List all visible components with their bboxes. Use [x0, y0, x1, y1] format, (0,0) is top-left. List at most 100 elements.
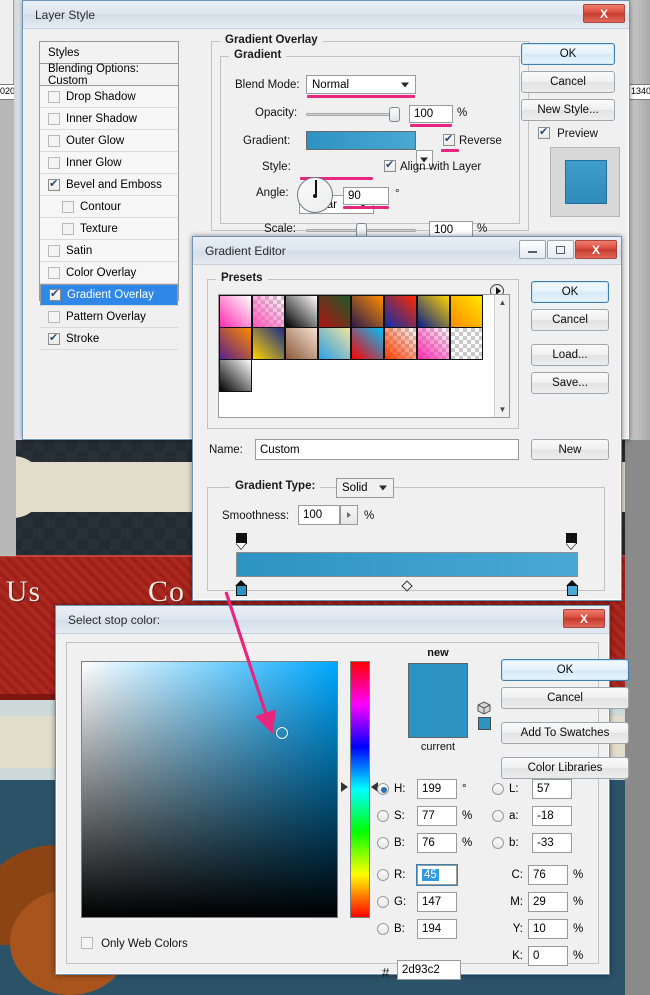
- effect-row-bevel-and-emboss[interactable]: Bevel and Emboss: [40, 174, 178, 196]
- gradient-preset-swatch[interactable]: [252, 295, 285, 328]
- color-mode-radio[interactable]: [377, 810, 389, 822]
- maximize-icon[interactable]: [547, 240, 574, 259]
- stop-color-ok-button[interactable]: OK: [501, 659, 629, 681]
- color-field-input[interactable]: 29: [528, 892, 568, 912]
- opacity-slider-track[interactable]: [306, 113, 396, 116]
- styles-list-header[interactable]: Styles: [40, 42, 178, 64]
- effect-checkbox[interactable]: [49, 289, 61, 301]
- close-icon[interactable]: X: [583, 4, 625, 23]
- ok-button[interactable]: OK: [521, 43, 615, 65]
- preview-checkbox[interactable]: [538, 127, 550, 139]
- only-web-colors-row[interactable]: Only Web Colors: [81, 937, 183, 950]
- color-stop-right[interactable]: [566, 580, 578, 597]
- stop-color-cancel-button[interactable]: Cancel: [501, 687, 629, 709]
- new-style-button[interactable]: New Style...: [521, 99, 615, 121]
- color-selector-ring[interactable]: [276, 727, 288, 739]
- effect-checkbox[interactable]: [62, 223, 74, 235]
- load-button[interactable]: Load...: [531, 344, 609, 366]
- only-web-colors-checkbox[interactable]: [81, 937, 93, 949]
- color-field-input[interactable]: 57: [532, 779, 572, 799]
- effect-checkbox[interactable]: [48, 135, 60, 147]
- color-mode-radio[interactable]: [377, 896, 389, 908]
- color-mode-radio[interactable]: [377, 923, 389, 935]
- preview-checkbox-row[interactable]: Preview: [538, 127, 594, 140]
- color-mode-radio[interactable]: [492, 837, 504, 849]
- gradient-preset-swatch[interactable]: [417, 327, 450, 360]
- effect-checkbox[interactable]: [48, 333, 60, 345]
- gradient-preset-swatch[interactable]: [417, 295, 450, 328]
- hue-pointer-left-icon[interactable]: [341, 782, 348, 792]
- presets-grid[interactable]: [219, 295, 483, 391]
- color-field-input[interactable]: 194: [417, 919, 457, 939]
- gradient-midpoint-marker[interactable]: [401, 580, 412, 591]
- color-field-input[interactable]: 147: [417, 892, 457, 912]
- smoothness-stepper-button[interactable]: [340, 505, 358, 525]
- hex-input[interactable]: 2d93c2: [397, 960, 461, 980]
- effect-checkbox[interactable]: [62, 201, 74, 213]
- gradient-preset-swatch[interactable]: [219, 295, 252, 328]
- gradient-preset-swatch[interactable]: [252, 327, 285, 360]
- gradient-preset-swatch[interactable]: [285, 327, 318, 360]
- effect-checkbox[interactable]: [48, 157, 60, 169]
- effect-row-stroke[interactable]: Stroke: [40, 328, 178, 350]
- photoshop-scroll-column[interactable]: [14, 0, 22, 440]
- align-with-layer-checkbox[interactable]: [384, 160, 396, 172]
- effect-checkbox[interactable]: [48, 91, 60, 103]
- gradient-preset-swatch[interactable]: [219, 327, 252, 360]
- gradient-name-input[interactable]: Custom: [255, 439, 519, 460]
- scroll-up-icon[interactable]: ▲: [495, 295, 510, 310]
- gradient-strip[interactable]: [236, 552, 578, 577]
- select-stop-color-titlebar[interactable]: Select stop color: X: [56, 606, 609, 634]
- effect-checkbox[interactable]: [48, 311, 60, 323]
- saturation-value-field[interactable]: [81, 661, 338, 918]
- gradient-preset-swatch[interactable]: [219, 359, 252, 392]
- gradient-preset-swatch[interactable]: [318, 295, 351, 328]
- effect-checkbox[interactable]: [48, 113, 60, 125]
- presets-scrollbar[interactable]: ▲ ▼: [494, 295, 509, 417]
- opacity-stop-left[interactable]: [236, 533, 247, 549]
- add-to-swatches-button[interactable]: Add To Swatches: [501, 722, 629, 744]
- presets-swatch-box[interactable]: ▲ ▼: [218, 294, 510, 418]
- web-safe-color-swatch[interactable]: [478, 717, 491, 730]
- layer-style-titlebar[interactable]: Layer Style X: [23, 1, 629, 29]
- effect-row-texture[interactable]: Texture: [40, 218, 178, 240]
- gradient-preset-swatch[interactable]: [318, 327, 351, 360]
- color-mode-radio[interactable]: [377, 869, 389, 881]
- effect-row-color-overlay[interactable]: Color Overlay: [40, 262, 178, 284]
- color-mode-radio[interactable]: [377, 783, 389, 795]
- effect-row-contour[interactable]: Contour: [40, 196, 178, 218]
- gradient-editor-ok-button[interactable]: OK: [531, 281, 609, 303]
- scroll-down-icon[interactable]: ▼: [495, 402, 510, 417]
- close-icon[interactable]: X: [575, 240, 617, 259]
- gradient-preset-swatch[interactable]: [351, 327, 384, 360]
- angle-input[interactable]: 90: [343, 187, 389, 205]
- smoothness-input[interactable]: 100: [298, 505, 340, 525]
- color-mode-radio[interactable]: [377, 837, 389, 849]
- gradient-preview-swatch[interactable]: [306, 131, 416, 150]
- cancel-button[interactable]: Cancel: [521, 71, 615, 93]
- gradient-preset-swatch[interactable]: [384, 327, 417, 360]
- gradient-editor-cancel-button[interactable]: Cancel: [531, 309, 609, 331]
- gradient-preset-swatch[interactable]: [450, 295, 483, 328]
- effect-row-inner-shadow[interactable]: Inner Shadow: [40, 108, 178, 130]
- effect-row-outer-glow[interactable]: Outer Glow: [40, 130, 178, 152]
- opacity-input[interactable]: 100: [409, 105, 453, 123]
- effect-checkbox[interactable]: [48, 245, 60, 257]
- color-field-input[interactable]: 77: [417, 806, 457, 826]
- minimize-icon[interactable]: [519, 240, 546, 259]
- color-field-input[interactable]: -18: [532, 806, 572, 826]
- gradient-preset-swatch[interactable]: [450, 327, 483, 360]
- opacity-stop-right[interactable]: [566, 533, 577, 549]
- save-button[interactable]: Save...: [531, 372, 609, 394]
- color-field-input[interactable]: 76: [417, 833, 457, 853]
- opacity-slider-thumb[interactable]: [389, 107, 400, 122]
- color-field-input[interactable]: 0: [528, 946, 568, 966]
- gradient-preset-swatch[interactable]: [285, 295, 318, 328]
- gradient-type-select[interactable]: Solid: [336, 478, 394, 498]
- blending-options-row[interactable]: Blending Options: Custom: [40, 64, 178, 86]
- effect-row-drop-shadow[interactable]: Drop Shadow: [40, 86, 178, 108]
- effect-checkbox[interactable]: [48, 179, 60, 191]
- gradient-preset-swatch[interactable]: [351, 295, 384, 328]
- color-libraries-button[interactable]: Color Libraries: [501, 757, 629, 779]
- color-field-input[interactable]: 10: [528, 919, 568, 939]
